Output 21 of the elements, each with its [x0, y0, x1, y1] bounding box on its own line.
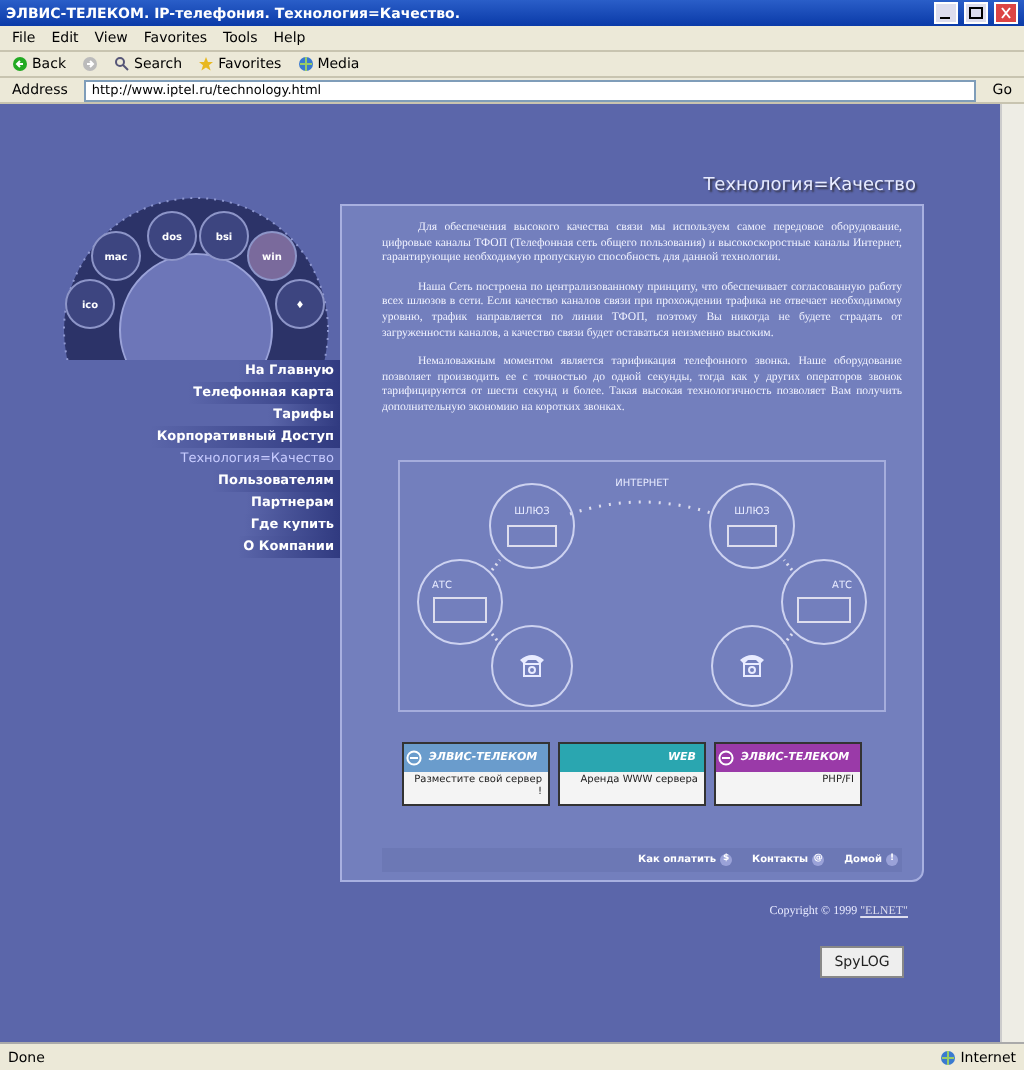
close-button[interactable] — [994, 2, 1018, 24]
dotted-link — [782, 632, 794, 644]
logo-icon — [406, 749, 423, 766]
globe-icon — [940, 1049, 957, 1065]
dotted-link — [782, 558, 794, 570]
phone-node — [711, 624, 793, 707]
page-heading: Технология=Качество — [701, 174, 918, 200]
telephone-icon — [520, 654, 544, 677]
logo-icon — [718, 749, 735, 766]
dotted-link — [490, 558, 502, 570]
back-arrow-icon — [12, 56, 28, 72]
globe-icon — [297, 56, 314, 72]
phone-node — [491, 624, 573, 707]
maximize-button[interactable] — [964, 2, 988, 24]
star-icon — [198, 56, 215, 72]
minimize-button[interactable] — [934, 2, 958, 24]
dotted-link — [490, 632, 502, 644]
search-icon — [114, 56, 130, 72]
telephone-icon — [740, 654, 764, 677]
scrollbar[interactable] — [1000, 104, 1024, 1042]
forward-arrow-icon — [82, 56, 98, 72]
